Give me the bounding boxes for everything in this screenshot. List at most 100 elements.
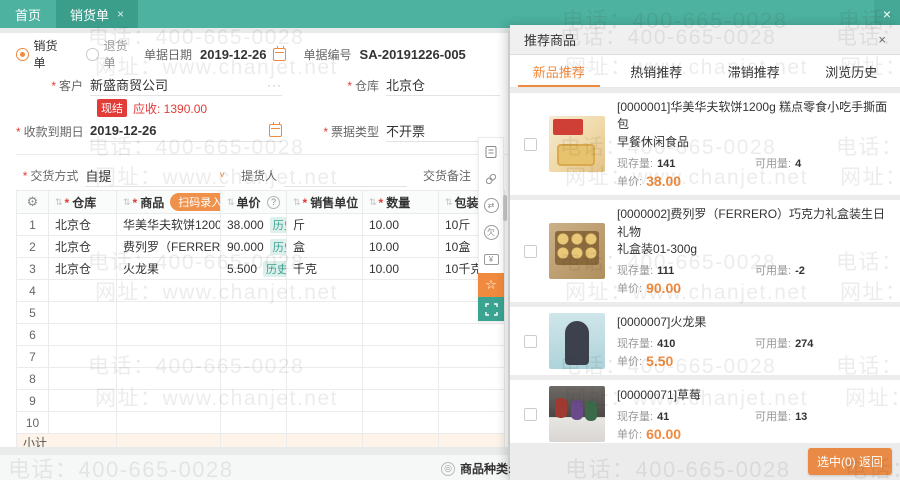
gear-icon[interactable]: ⚙ (27, 194, 39, 210)
grid-cell[interactable] (287, 412, 363, 434)
grid-cell[interactable] (287, 368, 363, 390)
grid-cell[interactable] (221, 346, 287, 368)
grid-cell[interactable] (221, 390, 287, 412)
grid-cell[interactable]: 千克 (287, 258, 363, 280)
grid-cell[interactable] (363, 412, 439, 434)
delivery-method-field[interactable]: 自提 ˅ (85, 165, 226, 187)
radio-return-order[interactable]: 退货单 (86, 37, 138, 71)
table-row[interactable]: 7 (17, 346, 504, 368)
grid-cell[interactable] (117, 412, 221, 434)
debt-icon[interactable]: 欠 (478, 219, 504, 246)
grid-cell[interactable] (287, 302, 363, 324)
panel-tab-新品推荐[interactable]: 新品推荐 (510, 55, 608, 87)
grid-cell[interactable]: 9 (17, 390, 49, 412)
grid-cell[interactable] (117, 390, 221, 412)
grid-cell[interactable] (363, 390, 439, 412)
sort-icon[interactable]: ⇅ (369, 197, 377, 208)
grid-cell[interactable] (439, 390, 504, 412)
grid-cell[interactable] (49, 346, 117, 368)
link-icon[interactable] (478, 165, 504, 192)
product-card[interactable]: [00000071]草莓 现存量: 41 可用量: 13 单价: 60.00 (510, 380, 900, 443)
grid-cell[interactable]: 2 (17, 236, 49, 258)
grid-cell[interactable] (439, 368, 504, 390)
date-value[interactable]: 2019-12-26 (200, 47, 267, 62)
favorite-star-button[interactable]: ☆ (478, 273, 504, 297)
calendar-icon[interactable] (272, 45, 286, 61)
grid-cell[interactable]: 8 (17, 368, 49, 390)
grid-cell[interactable] (49, 280, 117, 302)
grid-cell[interactable] (117, 346, 221, 368)
grid-cell[interactable]: 10.00 (363, 258, 439, 280)
table-row[interactable]: 1 北京仓 华美华夫软饼1200g 糕... 38.000 历史斤 10.00 10斤 (17, 214, 504, 236)
grid-cell[interactable]: 火龙果 (117, 258, 221, 280)
grid-cell[interactable]: 6 (17, 324, 49, 346)
grid-cell[interactable] (221, 280, 287, 302)
select-return-button[interactable]: 选中(0) 返回 (807, 448, 892, 475)
grid-cell[interactable] (49, 302, 117, 324)
product-card[interactable]: [0000001]华美华夫软饼1200g 糕点零食小吃手撕面包 早餐休闲食品 现存… (510, 93, 900, 196)
due-date-field[interactable]: 2019-12-26 (90, 120, 282, 142)
sort-icon[interactable]: ⇅ (123, 197, 131, 208)
grid-cell[interactable] (117, 302, 221, 324)
product-checkbox[interactable] (524, 407, 537, 421)
grid-cell[interactable]: 5 (17, 302, 49, 324)
grid-cell[interactable] (287, 324, 363, 346)
calendar-icon[interactable] (269, 122, 282, 137)
help-icon[interactable]: ? (267, 195, 280, 209)
grid-cell[interactable]: 10 (17, 412, 49, 434)
scrollbar-thumb[interactable] (503, 195, 507, 221)
note-icon[interactable] (478, 138, 504, 165)
grid-cell[interactable] (49, 324, 117, 346)
grid-cell[interactable]: 10.00 (363, 236, 439, 258)
window-close-icon[interactable]: × (874, 0, 900, 28)
fullscreen-expand-button[interactable] (478, 297, 504, 321)
grid-header-cell[interactable]: ⇅销售单位 (287, 191, 363, 214)
panel-tab-滞销推荐[interactable]: 滞销推荐 (705, 55, 803, 87)
grid-cell[interactable] (117, 324, 221, 346)
grid-cell[interactable]: 盒 (287, 236, 363, 258)
more-icon[interactable]: ··· (267, 78, 282, 92)
grid-cell[interactable] (49, 368, 117, 390)
grid-cell[interactable] (221, 368, 287, 390)
grid-cell[interactable]: 4 (17, 280, 49, 302)
product-card[interactable]: [0000002]费列罗（FERRERO）巧克力礼盒装生日礼物 礼盒装01-30… (510, 200, 900, 303)
grid-cell[interactable] (363, 280, 439, 302)
grid-cell[interactable]: 5.500 历史 (221, 258, 287, 280)
history-price-badge[interactable]: 历史 (269, 238, 286, 255)
table-row[interactable]: 6 (17, 324, 504, 346)
table-row[interactable]: 5 (17, 302, 504, 324)
grid-cell[interactable] (117, 280, 221, 302)
sort-icon[interactable]: ⇅ (55, 197, 63, 208)
product-checkbox[interactable] (524, 244, 537, 258)
grid-cell[interactable] (287, 390, 363, 412)
table-row[interactable]: 2 北京仓 费列罗（FERRERO）巧... 90.000 历史盒 10.00 10盒 (17, 236, 504, 258)
product-checkbox[interactable] (524, 137, 537, 151)
grid-cell[interactable] (221, 302, 287, 324)
sort-icon[interactable]: ⇅ (293, 197, 301, 208)
table-row[interactable]: 4 (17, 280, 504, 302)
grid-cell[interactable]: 1 (17, 214, 49, 236)
table-row[interactable]: 10 (17, 412, 504, 434)
sort-icon[interactable]: ⇅ (445, 197, 453, 208)
radio-sales-order[interactable]: 销货单 (16, 37, 68, 71)
grid-cell[interactable]: 3 (17, 258, 49, 280)
grid-cell[interactable] (221, 324, 287, 346)
grid-cell[interactable]: 10.00 (363, 214, 439, 236)
table-row[interactable]: 3 北京仓 火龙果 5.500 历史 千克 10.00 10千克 (17, 258, 504, 280)
grid-cell[interactable] (49, 412, 117, 434)
tab-sales-order[interactable]: 销货单 × (56, 0, 139, 28)
grid-header-cell[interactable]: ⇅商品扫码录入 (117, 191, 221, 214)
grid-cell[interactable] (287, 346, 363, 368)
customer-field[interactable]: 新盛商贸公司 ··· (90, 74, 282, 96)
grid-cell[interactable]: 北京仓 (49, 258, 117, 280)
exchange-icon[interactable]: ⇄ (478, 192, 504, 219)
grid-cell[interactable] (49, 390, 117, 412)
grid-cell[interactable] (287, 280, 363, 302)
table-row[interactable]: 8 (17, 368, 504, 390)
grid-cell[interactable] (363, 302, 439, 324)
grid-cell[interactable]: 7 (17, 346, 49, 368)
history-price-badge[interactable]: 历史 (263, 260, 286, 277)
grid-cell[interactable] (439, 324, 504, 346)
scan-entry-badge[interactable]: 扫码录入 (170, 193, 220, 211)
grid-cell[interactable] (363, 368, 439, 390)
